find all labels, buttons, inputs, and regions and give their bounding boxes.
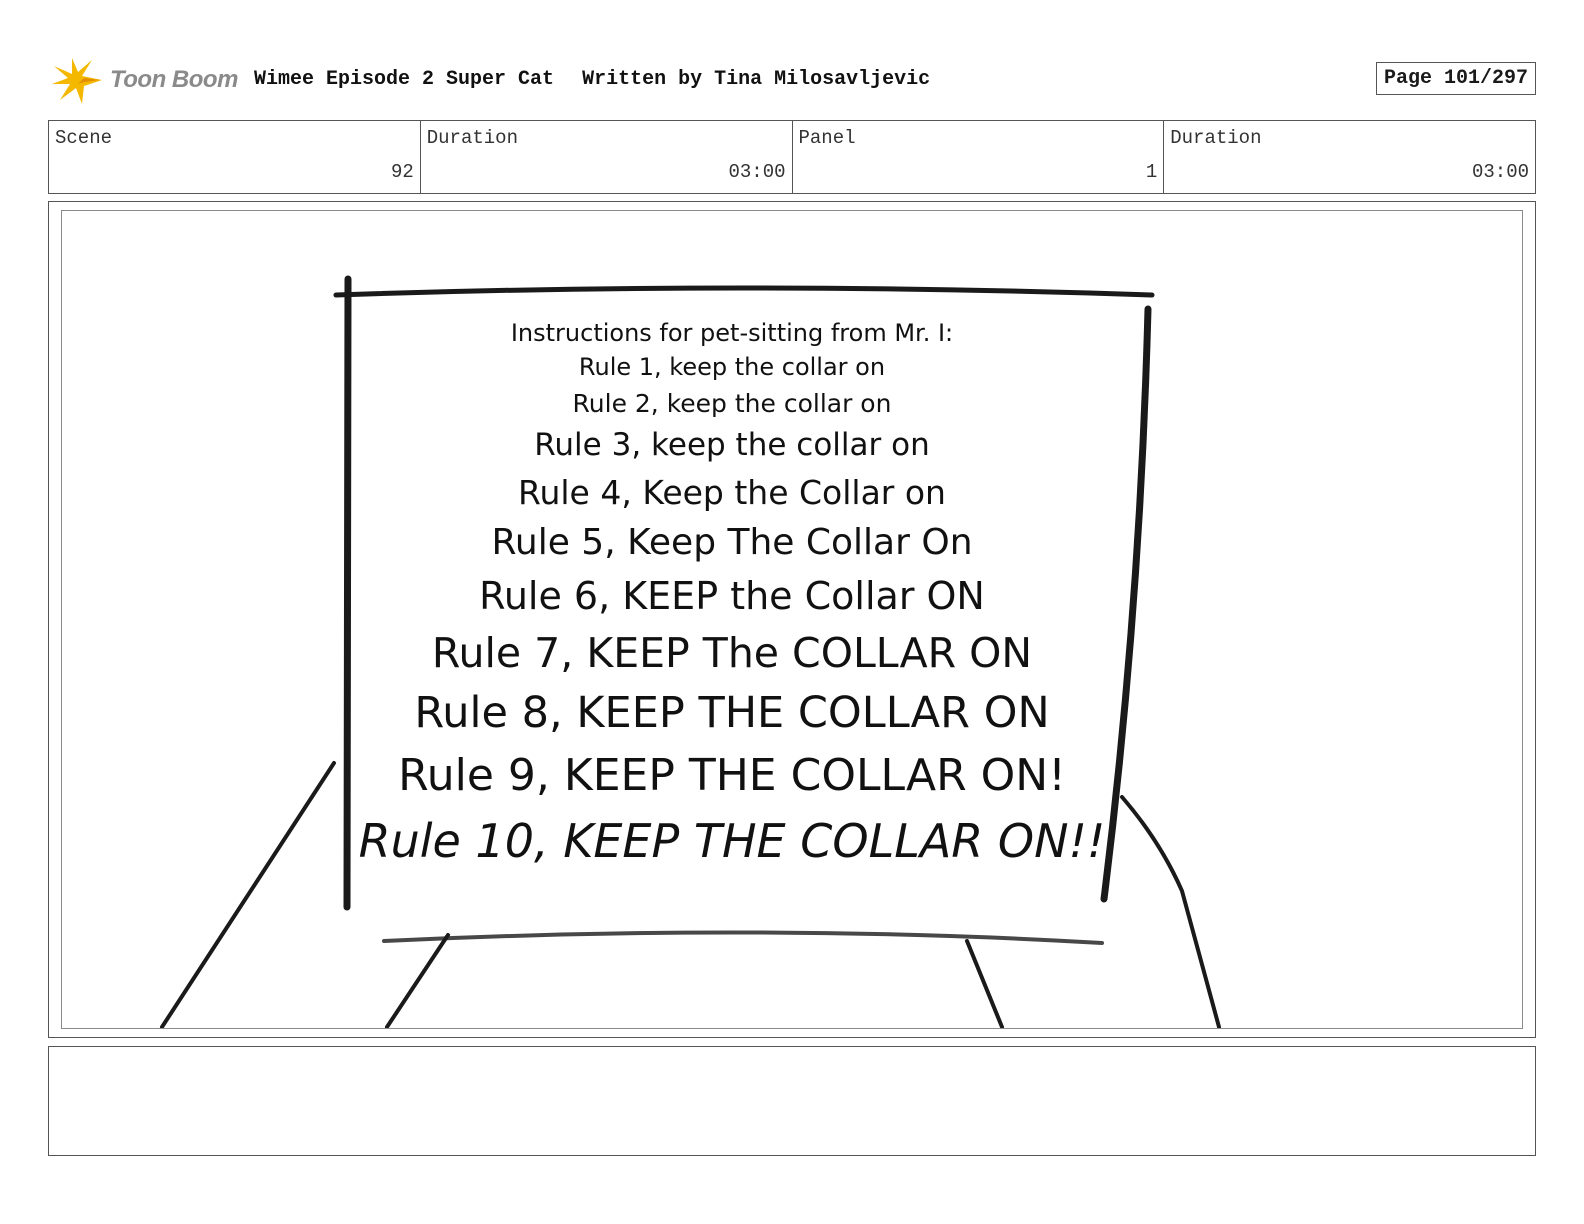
toon-boom-logo: Toon Boom [52,56,242,106]
panel-cell: Panel 1 [793,121,1165,193]
page-header: Toon Boom Wimee Episode 2 Super Cat Writt… [48,56,1536,106]
panel-duration-value: 03:00 [1471,161,1529,183]
scene-info-table: Scene 92 Duration 03:00 Panel 1 Duration… [48,120,1536,194]
sign-left-edge [343,275,352,911]
sign-text: Instructions for pet-sitting from Mr. I:… [352,321,1112,864]
writer-credit: Written by Tina Milosavljevic [582,68,931,91]
panel-value: 1 [1145,161,1158,183]
panel-notes-box [48,1046,1536,1156]
right-arm-inner [965,939,1004,1028]
left-arm-outer [160,761,336,1028]
episode-title: Wimee Episode 2 Super Cat [254,68,555,91]
scene-value: 92 [390,161,414,183]
document-title-line: Wimee Episode 2 Super Cat Written by Tina… [254,68,930,91]
sign-rule-line: Rule 2, keep the collar on [572,389,892,418]
sign-rule-line: Rule 7, KEEP The COLLAR ON [431,629,1033,677]
sign-bottom-edge [382,930,1104,945]
scene-duration-label: Duration [426,127,518,149]
sign-rule-line: Rule 5, Keep The Collar On [491,522,973,563]
panel-duration-cell: Duration 03:00 [1164,121,1535,193]
storyboard-panel: Instructions for pet-sitting from Mr. I:… [61,210,1523,1029]
right-arm-outer [1120,795,1221,1028]
sign-rule-line: Rule 8, KEEP THE COLLAR ON [414,688,1050,738]
scene-cell: Scene 92 [49,121,421,193]
page-number: Page 101/297 [1375,62,1536,95]
sign-heading: Instructions for pet-sitting from Mr. I: [510,319,954,347]
scene-duration-value: 03:00 [728,161,786,183]
sign-top-edge [333,285,1155,298]
sign-rule-line: Rule 4, Keep the Collar on [518,473,946,512]
sign-rule-line: Rule 6, KEEP the Collar ON [479,574,985,618]
storyboard-panel-frame: Instructions for pet-sitting from Mr. I:… [48,201,1536,1038]
scene-duration-cell: Duration 03:00 [421,121,793,193]
scene-label: Scene [55,127,113,149]
sign-rule-line: Rule 1, keep the collar on [578,353,886,381]
panel-label: Panel [798,127,856,149]
panel-duration-label: Duration [1170,127,1262,149]
sign-rule-line: Rule 9, KEEP THE COLLAR ON! [398,750,1066,801]
starburst-icon [52,58,102,104]
logo-text: Toon Boom [110,66,238,93]
sign-rule-line: Rule 3, keep the collar on [534,427,930,463]
sign-rule-line: Rule 10, KEEP THE COLLAR ON!! [358,814,1106,868]
left-arm-inner [385,933,450,1028]
